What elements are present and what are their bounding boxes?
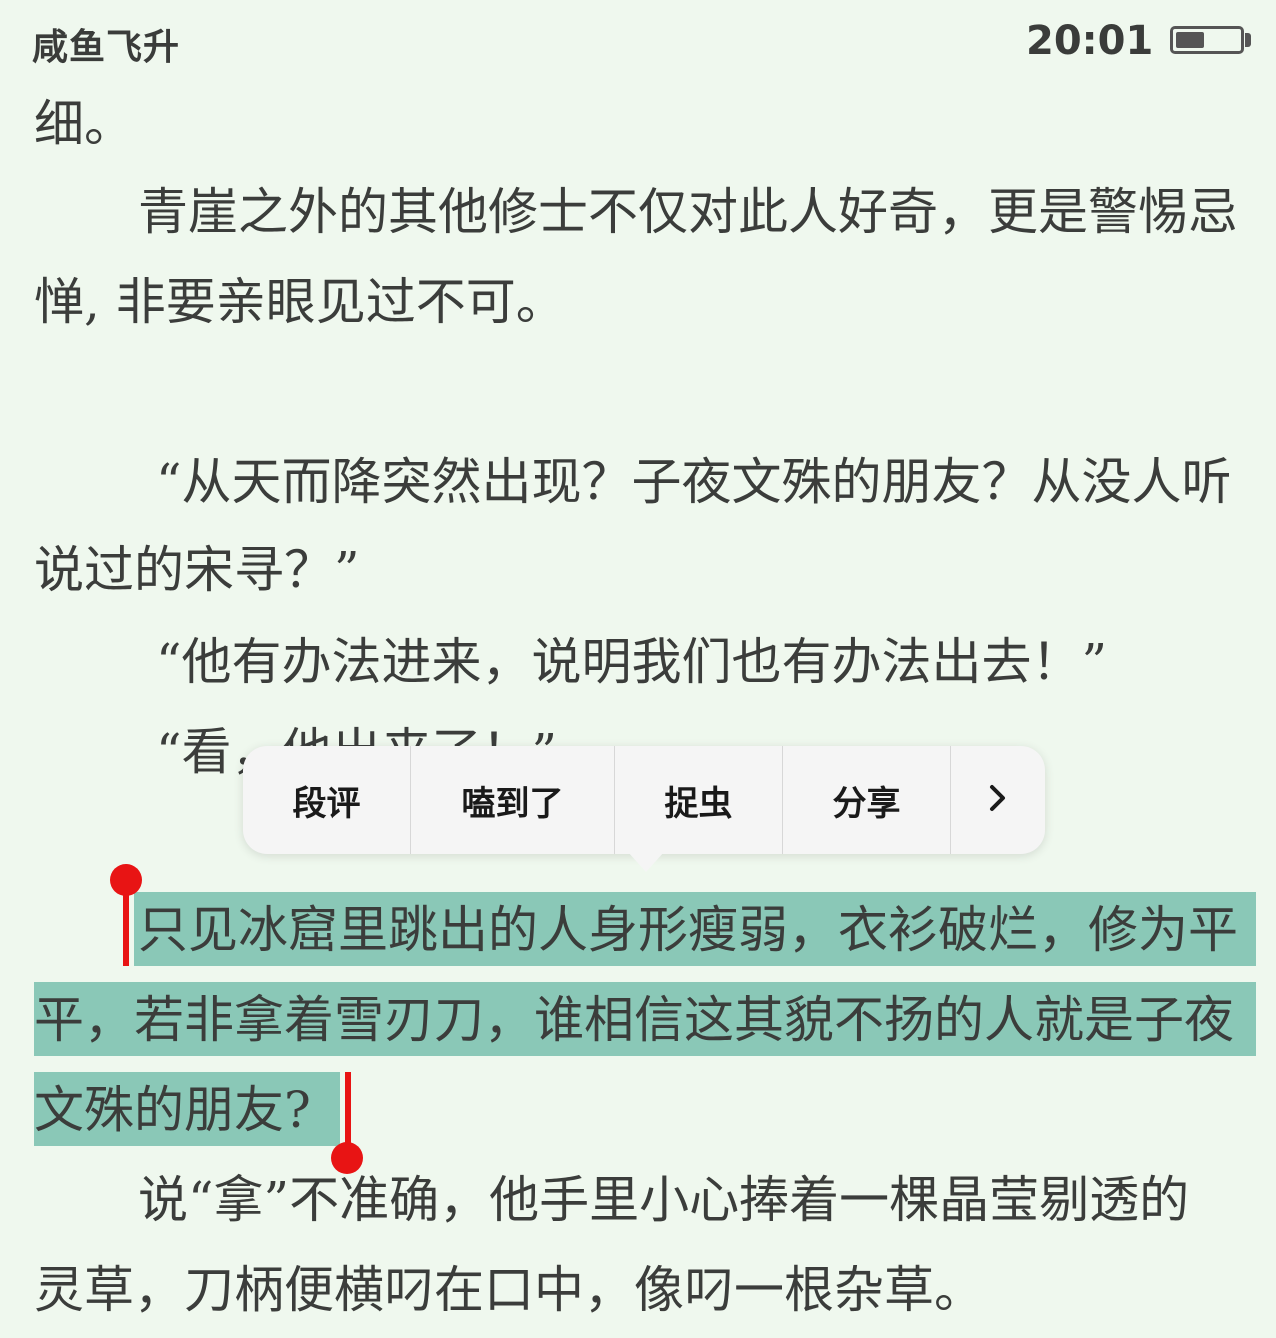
battery-tip: [1245, 33, 1251, 47]
status-bar: 咸鱼飞升 20:01: [0, 0, 1276, 80]
selection-context-menu: 段评 嗑到了 捉虫 分享: [243, 746, 1045, 854]
menu-item-report-typo[interactable]: 捉虫: [615, 746, 783, 854]
menu-item-share[interactable]: 分享: [783, 746, 951, 854]
clock: 20:01: [1026, 18, 1154, 64]
text-line[interactable]: 惮, 非要亲眼见过不可。: [34, 262, 1256, 342]
text-line-selected[interactable]: 平，若非拿着雪刃刀，谁相信这其貌不扬的人就是子夜: [34, 980, 1256, 1060]
chevron-right-icon: [987, 777, 1009, 823]
text-line[interactable]: “他有办法进来，说明我们也有办法出去！”: [34, 622, 1256, 702]
text-line-selected[interactable]: 文殊的朋友?: [34, 1070, 1256, 1150]
menu-pointer: [628, 852, 664, 872]
selection-end-bar: [345, 1072, 351, 1152]
menu-item-ship[interactable]: 嗑到了: [411, 746, 615, 854]
text-line-selected[interactable]: 只见冰窟里跳出的人身形瘦弱，衣衫破烂，修为平: [34, 890, 1256, 970]
text-line[interactable]: 细。: [34, 84, 1256, 164]
text-line[interactable]: 说“拿”不准确，他手里小心捧着一棵晶莹剔透的: [34, 1160, 1256, 1240]
text-line[interactable]: 青崖之外的其他修士不仅对此人好奇，更是警惕忌: [34, 172, 1256, 252]
selection-start-bar: [123, 886, 129, 966]
menu-item-paragraph-comment[interactable]: 段评: [243, 746, 411, 854]
book-title: 咸鱼飞升: [32, 27, 181, 68]
text-line[interactable]: 灵草，刀柄便横叼在口中，像叼一根杂草。: [34, 1250, 1256, 1330]
selection-end-handle[interactable]: [331, 1142, 363, 1174]
text-line[interactable]: 说过的宋寻？”: [34, 530, 1256, 610]
menu-more-button[interactable]: [951, 746, 1045, 854]
battery-level: [1176, 32, 1204, 48]
battery-icon: [1170, 26, 1244, 54]
text-line[interactable]: “从天而降突然出现？子夜文殊的朋友？从没人听: [34, 442, 1256, 522]
